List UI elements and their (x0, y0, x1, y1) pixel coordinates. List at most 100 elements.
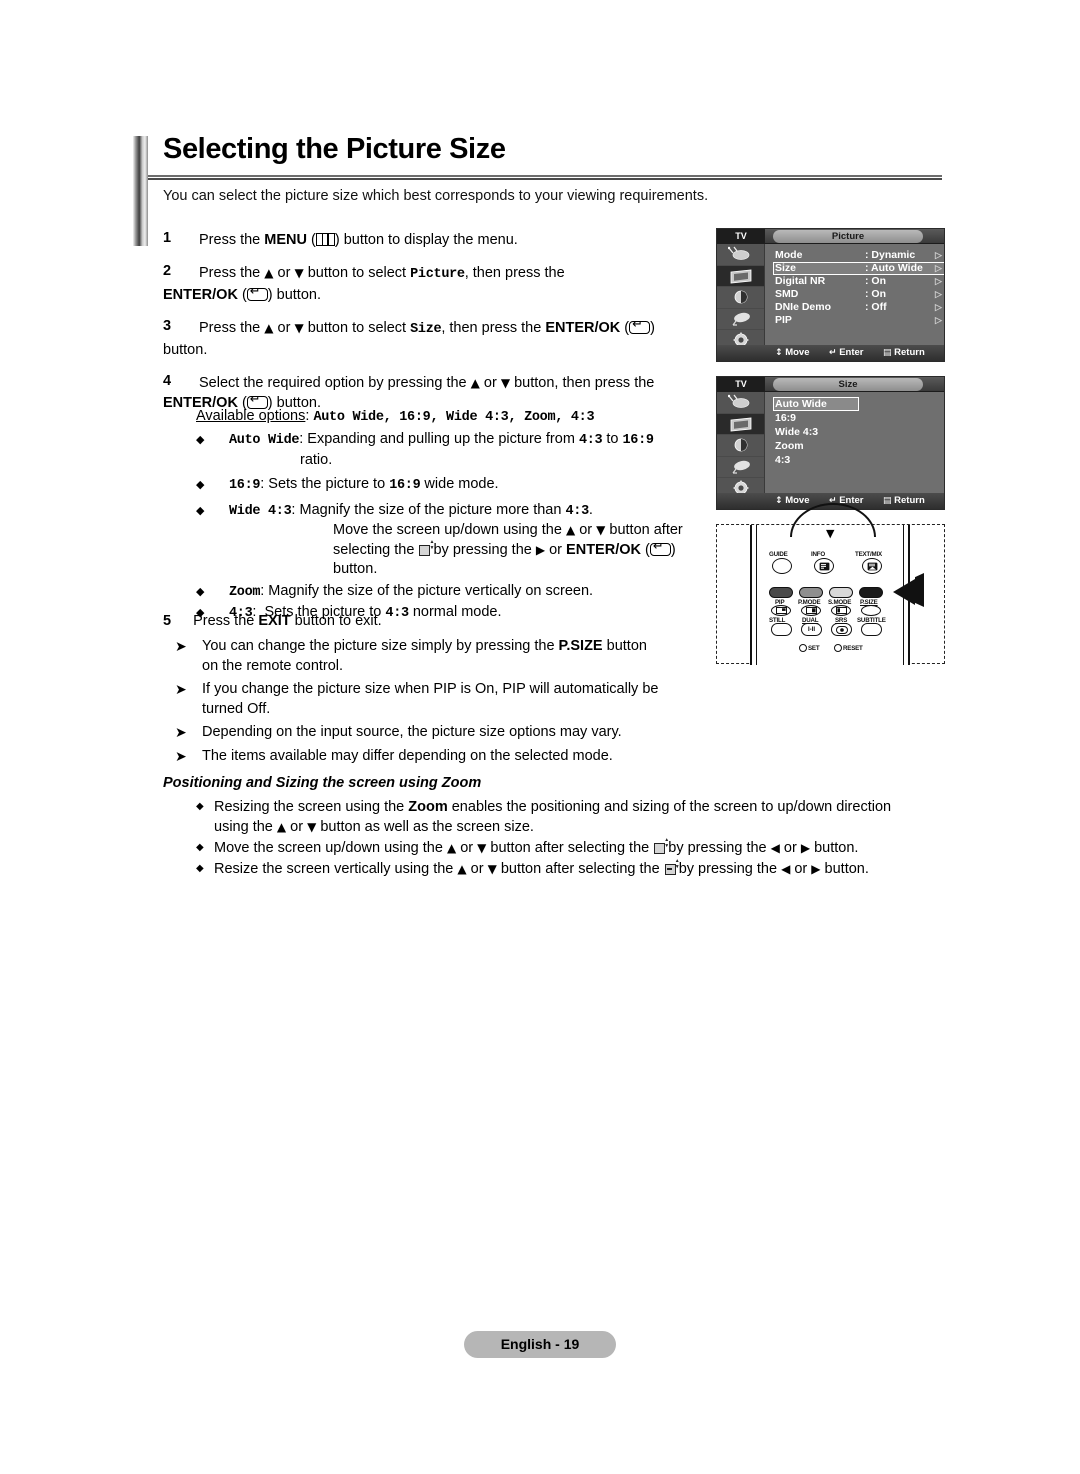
osd-row-label: SMD (775, 288, 799, 300)
remote-button-psize[interactable] (861, 605, 881, 616)
remote-button-info[interactable] (814, 558, 834, 574)
remote-body: ▼ GUIDE INFO TEXT/MIX PIP P.MODE S.MODE … (750, 503, 910, 665)
osd-row-dnie-demo[interactable]: DNIe Demo : Off ▷ (773, 301, 944, 314)
option-name: Wide 4:3 (229, 503, 292, 519)
arrow-bullet-icon: ➤ (175, 748, 187, 765)
osd-row-label: DNIe Demo (775, 301, 832, 313)
menu-button-label: MENU (264, 232, 307, 248)
available-options-values: Auto Wide, 16:9, Wide 4:3, Zoom, 4:3 (313, 410, 595, 425)
diamond-bullet-icon: ◆ (196, 801, 204, 812)
notes-list: ➤ You can change the picture size simply… (175, 637, 720, 770)
title-accent-bar (133, 136, 148, 246)
osd-row-digital-nr[interactable]: Digital NR : On ▷ (773, 275, 944, 288)
remote-button-textmix[interactable] (862, 558, 882, 574)
zoom-line-3: ◆ Resize the screen vertically using the… (196, 858, 933, 879)
arrow-bullet-icon: ➤ (175, 639, 187, 655)
osd-tv-label: TV (717, 377, 765, 392)
up-arrow-icon: ▲ (565, 523, 576, 537)
updown-arrow-icon: ↕ (775, 496, 783, 506)
remote-label-guide: GUIDE (769, 551, 788, 558)
up-arrow-icon: ▲ (457, 862, 467, 876)
sound-icon[interactable] (717, 287, 764, 309)
remote-button-dual[interactable]: I-II (801, 623, 822, 636)
picture-icon[interactable] (717, 413, 764, 435)
intro-text: You can select the picture size which be… (163, 188, 709, 204)
step-text: Press the MENU () button to display the … (199, 232, 518, 248)
osd-tab-title: Size (773, 378, 923, 391)
osd-row-label: PIP (775, 314, 792, 326)
remote-button-pmode[interactable] (801, 605, 821, 616)
exit-button-label: EXIT (258, 613, 291, 629)
up-arrow-icon: ▲ (264, 321, 274, 335)
remote-label-set: SET (808, 645, 820, 652)
callout-bar-icon (915, 573, 924, 607)
down-arrow-icon: ▼ (477, 841, 487, 855)
available-options-line: Available options: Auto Wide, 16:9, Wide… (196, 408, 595, 425)
note-item: ➤ You can change the picture size simply… (175, 638, 647, 674)
enter-ok-icon (629, 321, 651, 334)
step-1: 1 Press the MENU () button to display th… (163, 230, 708, 250)
antenna-icon[interactable] (717, 392, 764, 414)
remote-button-pip[interactable] (771, 605, 791, 616)
osd-row-value: : On (865, 275, 886, 287)
enterok-label: ENTER/OK (545, 320, 621, 336)
down-arrow-icon: ▼ (294, 321, 304, 335)
remote-cap-pmode[interactable] (799, 587, 823, 598)
osd-footer: ↕ Move ↵ Enter ▤ Return (717, 345, 944, 361)
menu-key-icon: ▤ (883, 496, 892, 506)
diamond-bullet-icon: ◆ (196, 478, 205, 491)
remote-cap-smode[interactable] (829, 587, 853, 598)
antenna-icon[interactable] (717, 244, 764, 266)
remote-button-subtitle[interactable] (861, 623, 882, 636)
osd-footer-enter: ↵ Enter (829, 347, 864, 358)
enter-ok-icon (246, 288, 268, 301)
osd-row-pip[interactable]: PIP ▷ (773, 314, 944, 327)
remote-button-guide[interactable] (772, 558, 792, 574)
zoom-line-2: ◆ Move the screen up/down using the ▲ or… (196, 837, 933, 858)
dish-icon[interactable] (717, 309, 764, 330)
dual-glyph-label: I-II (808, 626, 815, 633)
left-arrow-icon: ◀ (781, 862, 791, 876)
note-item: ➤ If you change the picture size when PI… (175, 681, 659, 717)
sound-icon[interactable] (717, 435, 764, 457)
arrow-bullet-icon: ➤ (175, 725, 187, 741)
remote-cap-pip[interactable] (769, 587, 793, 598)
remote-label-info: INFO (811, 551, 825, 558)
osd-row-size[interactable]: Size : Auto Wide ▷ (773, 262, 944, 275)
osd-option-4-3[interactable]: 4:3 (773, 453, 944, 467)
osd-option-zoom[interactable]: Zoom (773, 439, 944, 453)
picture-icon[interactable] (717, 265, 764, 287)
updown-arrow-icon: ↕ (775, 348, 783, 358)
remote-button-set[interactable] (799, 644, 807, 652)
remote-label-reset: RESET (843, 645, 863, 652)
remote-button-still[interactable] (771, 623, 792, 636)
step-5: 5 Press the EXIT button to exit. (163, 613, 382, 629)
osd-row-mode[interactable]: Mode : Dynamic ▷ (773, 249, 944, 262)
down-arrow-icon: ▼ (307, 820, 317, 834)
osd-row-smd[interactable]: SMD : On ▷ (773, 288, 944, 301)
step-4: 4 Select the required option by pressing… (163, 373, 708, 413)
osd-option-wide-4-3[interactable]: Wide 4:3 (773, 425, 944, 439)
osd-option-auto-wide[interactable]: Auto Wide (773, 397, 859, 411)
text-glyph-icon (867, 562, 877, 570)
osd-option-16-9[interactable]: 16:9 (773, 411, 944, 425)
step-number: 2 (163, 263, 172, 279)
picture-menu-name: Picture (410, 267, 465, 282)
remote-button-srs[interactable] (831, 623, 852, 636)
diamond-bullet-icon: ◆ (196, 842, 204, 853)
right-arrow-icon: ▶ (811, 862, 821, 876)
zoom-position-icon (418, 539, 442, 557)
step-2: 2 Press the ▲ or ▼ button to select Pict… (163, 263, 708, 305)
remote-button-smode[interactable] (831, 605, 851, 616)
up-arrow-icon: ▲ (264, 266, 274, 280)
remote-button-reset[interactable] (834, 644, 842, 652)
callout-pointer-icon (893, 579, 915, 605)
left-arrow-icon: ◀ (770, 841, 780, 855)
page-title: Selecting the Picture Size (163, 133, 506, 165)
psize-button-label: P.SIZE (558, 638, 603, 654)
pmode-glyph-icon (805, 607, 817, 614)
dish-icon[interactable] (717, 457, 764, 478)
remote-cap-psize[interactable] (859, 587, 883, 598)
down-arrow-icon: ▼ (596, 523, 606, 537)
zoom-section-heading: Positioning and Sizing the screen using … (163, 775, 482, 791)
